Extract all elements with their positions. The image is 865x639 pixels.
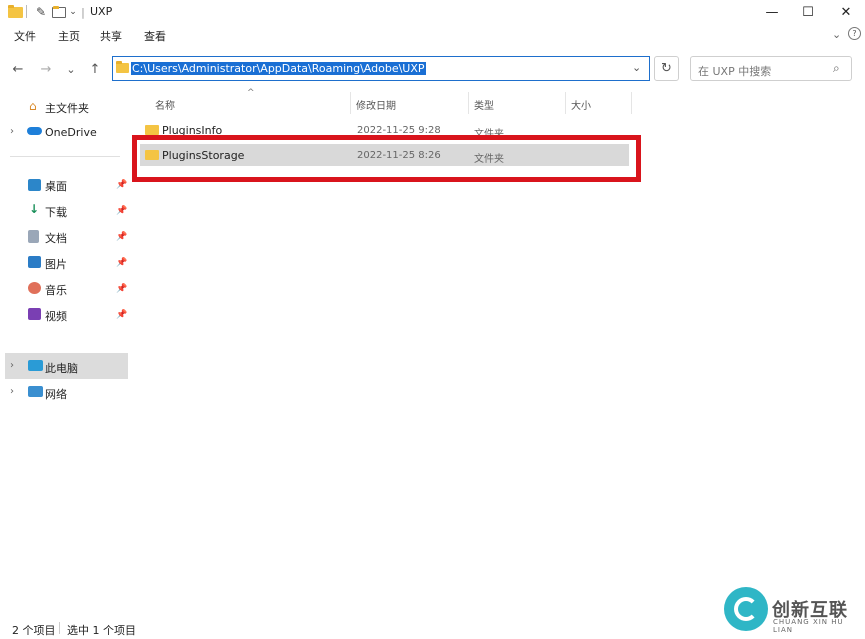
sidebar-divider	[10, 156, 120, 157]
search-icon[interactable]: ⌕	[833, 61, 840, 76]
recent-locations-button[interactable]: ⌄	[62, 60, 80, 78]
properties-icon[interactable]: ✎	[33, 4, 49, 20]
pin-icon[interactable]: 📌	[116, 180, 127, 190]
this-pc-icon	[28, 360, 43, 371]
help-icon[interactable]: ?	[848, 27, 861, 40]
folder-icon	[145, 125, 159, 135]
sidebar-item-downloads[interactable]: 下载	[45, 204, 67, 220]
pin-icon[interactable]: 📌	[116, 232, 127, 242]
forward-button[interactable]: →	[37, 60, 55, 78]
new-folder-icon[interactable]	[51, 4, 67, 20]
documents-icon	[28, 230, 39, 243]
column-separator[interactable]	[468, 92, 469, 114]
window-title: UXP	[90, 5, 113, 18]
menu-view[interactable]: 查看	[144, 28, 166, 44]
watermark-logo-mark	[734, 597, 758, 621]
up-button[interactable]: ↑	[86, 60, 104, 78]
sort-ascending-icon: ^	[247, 88, 255, 98]
sidebar-item-desktop[interactable]: 桌面	[45, 178, 67, 194]
pictures-icon	[28, 256, 41, 268]
column-separator[interactable]	[565, 92, 566, 114]
menu-share[interactable]: 共享	[100, 28, 122, 44]
expand-network-chevron-icon[interactable]: ›	[10, 386, 14, 397]
address-folder-icon	[116, 61, 129, 76]
home-icon: ⌂	[29, 99, 37, 113]
highlight-annotation-box	[132, 135, 641, 182]
title-divider	[26, 5, 27, 18]
address-path[interactable]: C:\Users\Administrator\AppData\Roaming\A…	[131, 62, 426, 75]
address-dropdown-icon[interactable]: ⌄	[632, 61, 641, 74]
column-header-modified[interactable]: 修改日期	[356, 97, 396, 112]
column-separator[interactable]	[350, 92, 351, 114]
pin-icon[interactable]: 📌	[116, 206, 127, 216]
desktop-icon	[28, 179, 41, 191]
refresh-button[interactable]: ↻	[654, 56, 679, 81]
close-button[interactable]: ✕	[828, 0, 864, 24]
network-icon	[28, 386, 43, 397]
column-separator[interactable]	[631, 92, 632, 114]
sidebar-item-videos[interactable]: 视频	[45, 308, 67, 324]
column-header-type[interactable]: 类型	[474, 97, 494, 112]
onedrive-cloud-icon	[27, 127, 42, 135]
search-input[interactable]: 在 UXP 中搜索	[698, 63, 771, 79]
pin-icon[interactable]: 📌	[116, 310, 127, 320]
sidebar-item-pictures[interactable]: 图片	[45, 256, 67, 272]
watermark-subtitle: CHUANG XIN HU LIAN	[773, 618, 844, 634]
quick-access-dropdown-icon[interactable]: ⌄	[68, 4, 78, 20]
sidebar-item-onedrive[interactable]: OneDrive	[45, 126, 97, 139]
downloads-icon: ↓	[29, 202, 40, 216]
ribbon-expand-icon[interactable]: ⌄	[832, 28, 841, 41]
menu-file[interactable]: 文件	[14, 28, 36, 44]
back-button[interactable]: ←	[9, 60, 27, 78]
status-divider	[59, 622, 60, 634]
maximize-button[interactable]: ☐	[790, 0, 826, 24]
sidebar-item-this-pc[interactable]: 此电脑	[45, 360, 78, 376]
expand-pc-chevron-icon[interactable]: ›	[10, 360, 14, 371]
column-header-size[interactable]: 大小	[571, 97, 591, 112]
title-bar	[0, 0, 865, 24]
title-separator: |	[81, 5, 85, 19]
pin-icon[interactable]: 📌	[116, 284, 127, 294]
status-item-count: 2 个项目	[12, 624, 56, 637]
status-selected-count: 选中 1 个项目	[67, 624, 136, 637]
sidebar-item-network[interactable]: 网络	[45, 386, 67, 402]
sidebar-item-home[interactable]: 主文件夹	[45, 100, 89, 116]
column-header-name[interactable]: 名称	[155, 97, 175, 112]
minimize-button[interactable]: —	[754, 0, 790, 24]
music-icon	[28, 282, 41, 294]
folder-icon	[7, 4, 23, 20]
sidebar-item-documents[interactable]: 文档	[45, 230, 67, 246]
pin-icon[interactable]: 📌	[116, 258, 127, 268]
sidebar-item-music[interactable]: 音乐	[45, 282, 67, 298]
videos-icon	[28, 308, 41, 320]
menu-home[interactable]: 主页	[58, 28, 80, 44]
expand-onedrive-chevron-icon[interactable]: ›	[10, 126, 14, 137]
